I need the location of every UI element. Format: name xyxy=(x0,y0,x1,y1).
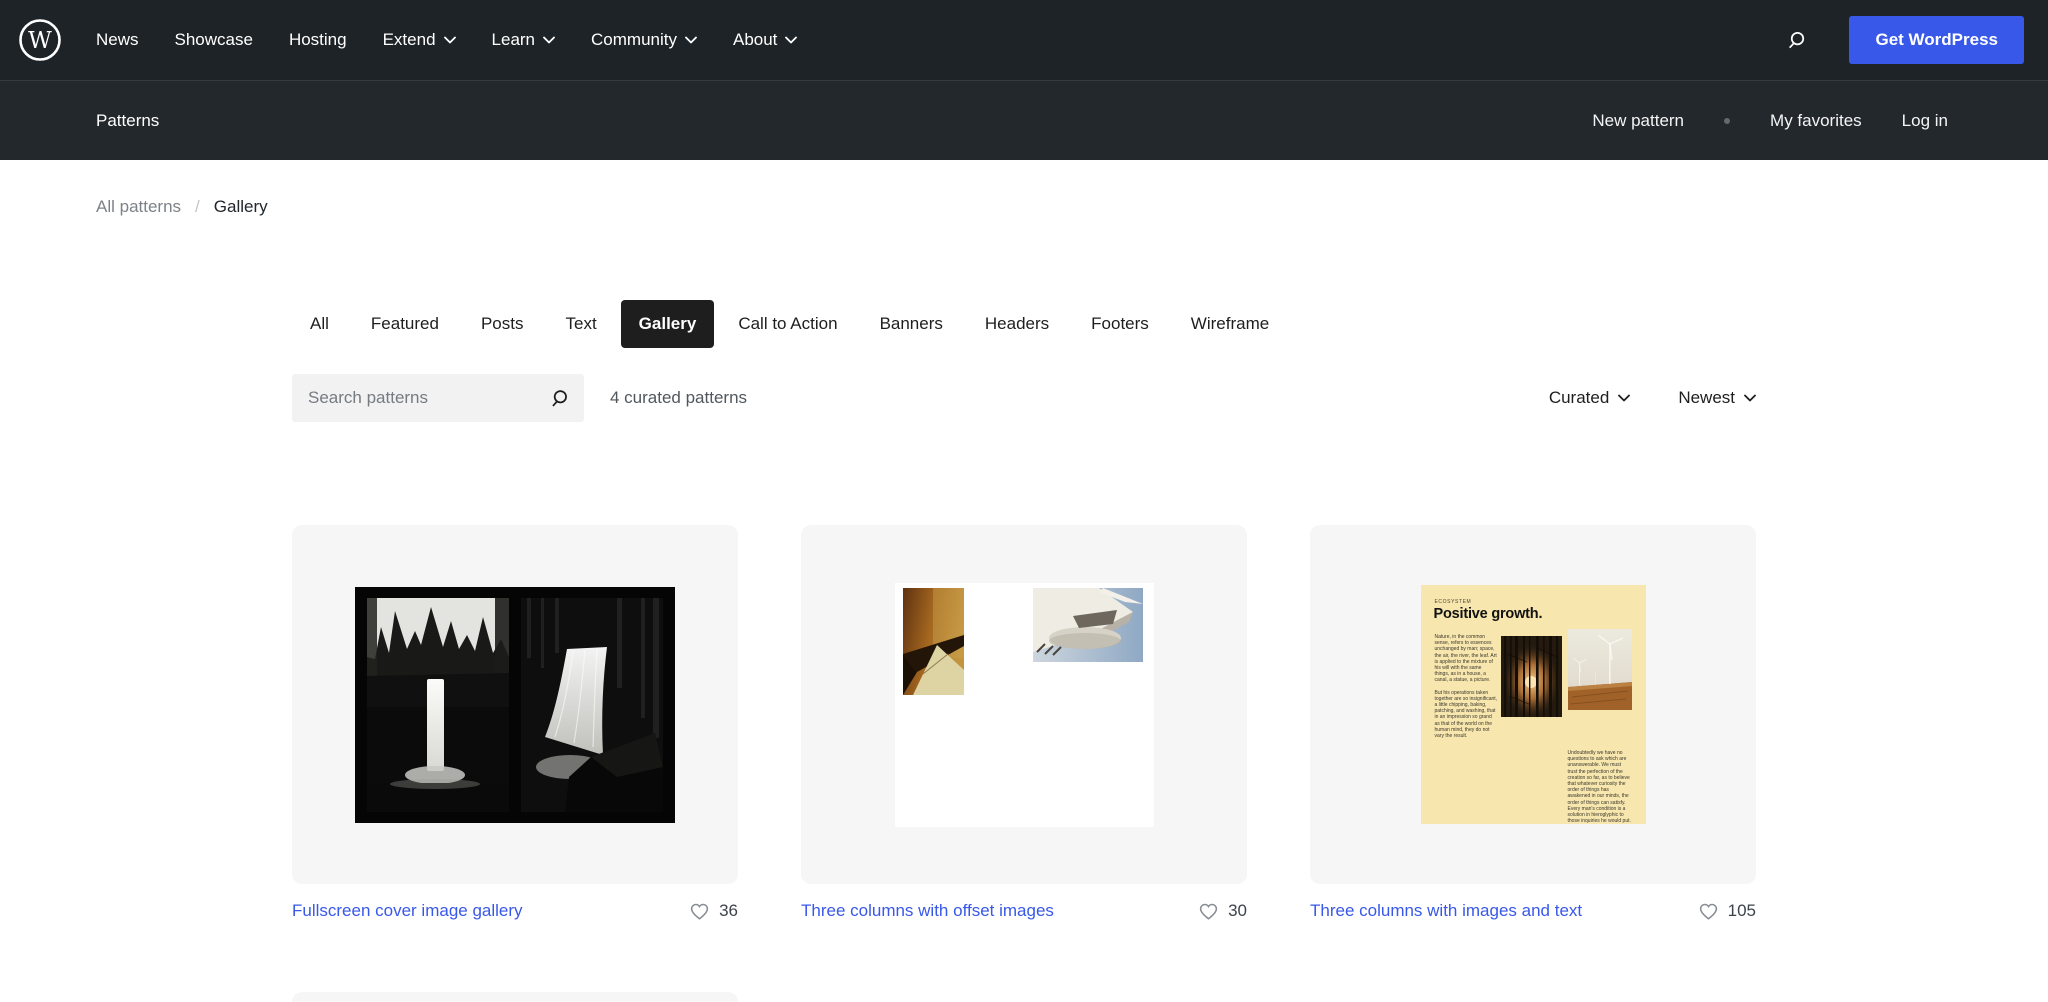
local-nav-links: New pattern My favorites Log in xyxy=(1592,111,1948,131)
nav-item-label: Extend xyxy=(382,30,436,49)
pattern-preview-partial[interactable] xyxy=(292,992,738,1002)
wordpress-logo[interactable]: W xyxy=(18,18,62,62)
preview-frame xyxy=(801,525,1247,884)
tab-headers[interactable]: Headers xyxy=(967,300,1067,348)
header-search-button[interactable] xyxy=(1786,29,1809,52)
chevron-down-icon xyxy=(785,36,798,44)
nav-item-learn[interactable]: Learn xyxy=(492,30,555,50)
nav-item-community[interactable]: Community xyxy=(591,30,697,50)
nav-item-hosting[interactable]: Hosting xyxy=(289,30,347,50)
sort-controls: Curated Newest xyxy=(1549,388,1756,408)
header-right: Get WordPress xyxy=(1786,16,2024,64)
pattern-grid: Fullscreen cover image gallery 36 Three … xyxy=(292,525,1756,922)
newest-dropdown[interactable]: Newest xyxy=(1678,388,1756,408)
patterns-local-nav: Patterns New pattern My favorites Log in xyxy=(0,80,2048,160)
heart-icon xyxy=(690,903,709,920)
patterns-title-link[interactable]: Patterns xyxy=(96,111,159,131)
search-box xyxy=(292,374,584,422)
panel-paragraph: Undoubtedly we have no questions to ask … xyxy=(1567,750,1631,825)
breadcrumb-separator: / xyxy=(195,197,200,216)
offset-images-panel xyxy=(894,582,1154,827)
favorite-button[interactable]: 105 xyxy=(1698,901,1756,922)
amber-architecture-image xyxy=(902,587,964,695)
my-favorites-link[interactable]: My favorites xyxy=(1770,111,1862,131)
get-wordpress-button[interactable]: Get WordPress xyxy=(1849,16,2024,64)
nav-item-label: About xyxy=(732,30,778,49)
pattern-title-link[interactable]: Three columns with offset images xyxy=(801,900,1054,922)
breadcrumb: All patterns / Gallery xyxy=(0,160,2048,217)
log-in-link[interactable]: Log in xyxy=(1902,111,1948,131)
chevron-down-icon xyxy=(1744,394,1756,402)
pattern-preview-fullscreen-gallery[interactable] xyxy=(292,525,738,884)
pattern-title-link[interactable]: Three columns with images and text xyxy=(1310,900,1582,922)
tab-gallery[interactable]: Gallery xyxy=(620,300,715,348)
wordpress-logo-icon: W xyxy=(19,19,61,61)
eyebrow-text: ECOSYSTEM xyxy=(1434,599,1472,605)
panel-text-column: Nature, in the common sense, refers to e… xyxy=(1435,634,1498,739)
panel-paragraph: But his operations taken together are so… xyxy=(1434,689,1498,740)
breadcrumb-current: Gallery xyxy=(213,197,268,216)
preview-frame: ECOSYSTEM Positive growth. Nature, in th… xyxy=(1310,525,1756,884)
waterfall-gallery-image xyxy=(355,586,675,823)
favorite-button[interactable]: 36 xyxy=(689,901,738,922)
pattern-title-link[interactable]: Fullscreen cover image gallery xyxy=(292,900,523,922)
like-count: 36 xyxy=(719,901,738,920)
heart-icon xyxy=(1199,903,1218,920)
tab-featured[interactable]: Featured xyxy=(353,300,457,348)
dot-separator xyxy=(1724,117,1731,124)
nav-item-about[interactable]: About xyxy=(732,30,798,50)
nav-item-label: Learn xyxy=(491,30,536,49)
nav-item-news[interactable]: News xyxy=(96,30,139,50)
tab-footers[interactable]: Footers xyxy=(1073,300,1167,348)
heart-icon xyxy=(1699,903,1717,920)
toolbar: 4 curated patterns Curated Newest xyxy=(292,374,1756,422)
tab-posts[interactable]: Posts xyxy=(463,300,542,348)
pattern-meta: Three columns with images and text 105 xyxy=(1310,900,1756,922)
panel-heading: Positive growth. xyxy=(1433,606,1543,622)
curated-dropdown-label: Curated xyxy=(1548,388,1610,407)
svg-text:W: W xyxy=(28,28,52,54)
pattern-meta: Three columns with offset images 30 xyxy=(801,900,1247,922)
patterns-content: All Featured Posts Text Gallery Call to … xyxy=(292,300,1756,1002)
panel-paragraph: Nature, in the common sense, refers to e… xyxy=(1434,634,1497,684)
global-nav: News Showcase Hosting Extend Learn Commu… xyxy=(96,30,798,50)
pattern-card: ECOSYSTEM Positive growth. Nature, in th… xyxy=(1310,525,1756,922)
pattern-card: Three columns with offset images 30 xyxy=(801,525,1247,922)
nav-item-extend[interactable]: Extend xyxy=(383,30,456,50)
pattern-card: Fullscreen cover image gallery 36 xyxy=(292,525,738,922)
category-tabs: All Featured Posts Text Gallery Call to … xyxy=(292,300,1756,348)
chevron-down-icon xyxy=(685,36,697,44)
tab-call-to-action[interactable]: Call to Action xyxy=(720,300,855,348)
newest-dropdown-label: Newest xyxy=(1678,388,1735,407)
search-icon xyxy=(1789,31,1805,48)
tab-all[interactable]: All xyxy=(292,300,347,348)
tab-text[interactable]: Text xyxy=(547,300,614,348)
pattern-preview-offset-images[interactable] xyxy=(801,525,1247,884)
wind-turbines-image xyxy=(1567,629,1632,710)
chevron-down-icon xyxy=(443,36,456,44)
results-count: 4 curated patterns xyxy=(610,388,748,407)
chevron-down-icon xyxy=(1618,394,1631,402)
nav-item-label: Community xyxy=(591,30,677,49)
global-header: W News Showcase Hosting Extend Learn Com… xyxy=(0,0,2048,80)
preview-frame xyxy=(292,525,738,884)
forest-sunlight-image xyxy=(1500,636,1562,717)
nav-item-showcase[interactable]: Showcase xyxy=(175,30,253,50)
tab-banners[interactable]: Banners xyxy=(862,300,961,348)
pattern-meta: Fullscreen cover image gallery 36 xyxy=(292,900,738,922)
curated-dropdown[interactable]: Curated xyxy=(1548,388,1631,408)
tab-wireframe[interactable]: Wireframe xyxy=(1173,300,1287,348)
like-count: 30 xyxy=(1228,901,1247,920)
positive-growth-panel: ECOSYSTEM Positive growth. Nature, in th… xyxy=(1420,585,1646,825)
new-pattern-link[interactable]: New pattern xyxy=(1592,111,1684,131)
search-input[interactable] xyxy=(308,388,549,408)
like-count: 105 xyxy=(1727,901,1756,920)
breadcrumb-all-patterns[interactable]: All patterns xyxy=(96,197,181,217)
chevron-down-icon xyxy=(543,36,555,44)
pattern-preview-images-and-text[interactable]: ECOSYSTEM Positive growth. Nature, in th… xyxy=(1310,525,1756,884)
search-icon[interactable] xyxy=(549,388,570,409)
white-architecture-image xyxy=(1032,587,1143,662)
favorite-button[interactable]: 30 xyxy=(1198,901,1247,922)
